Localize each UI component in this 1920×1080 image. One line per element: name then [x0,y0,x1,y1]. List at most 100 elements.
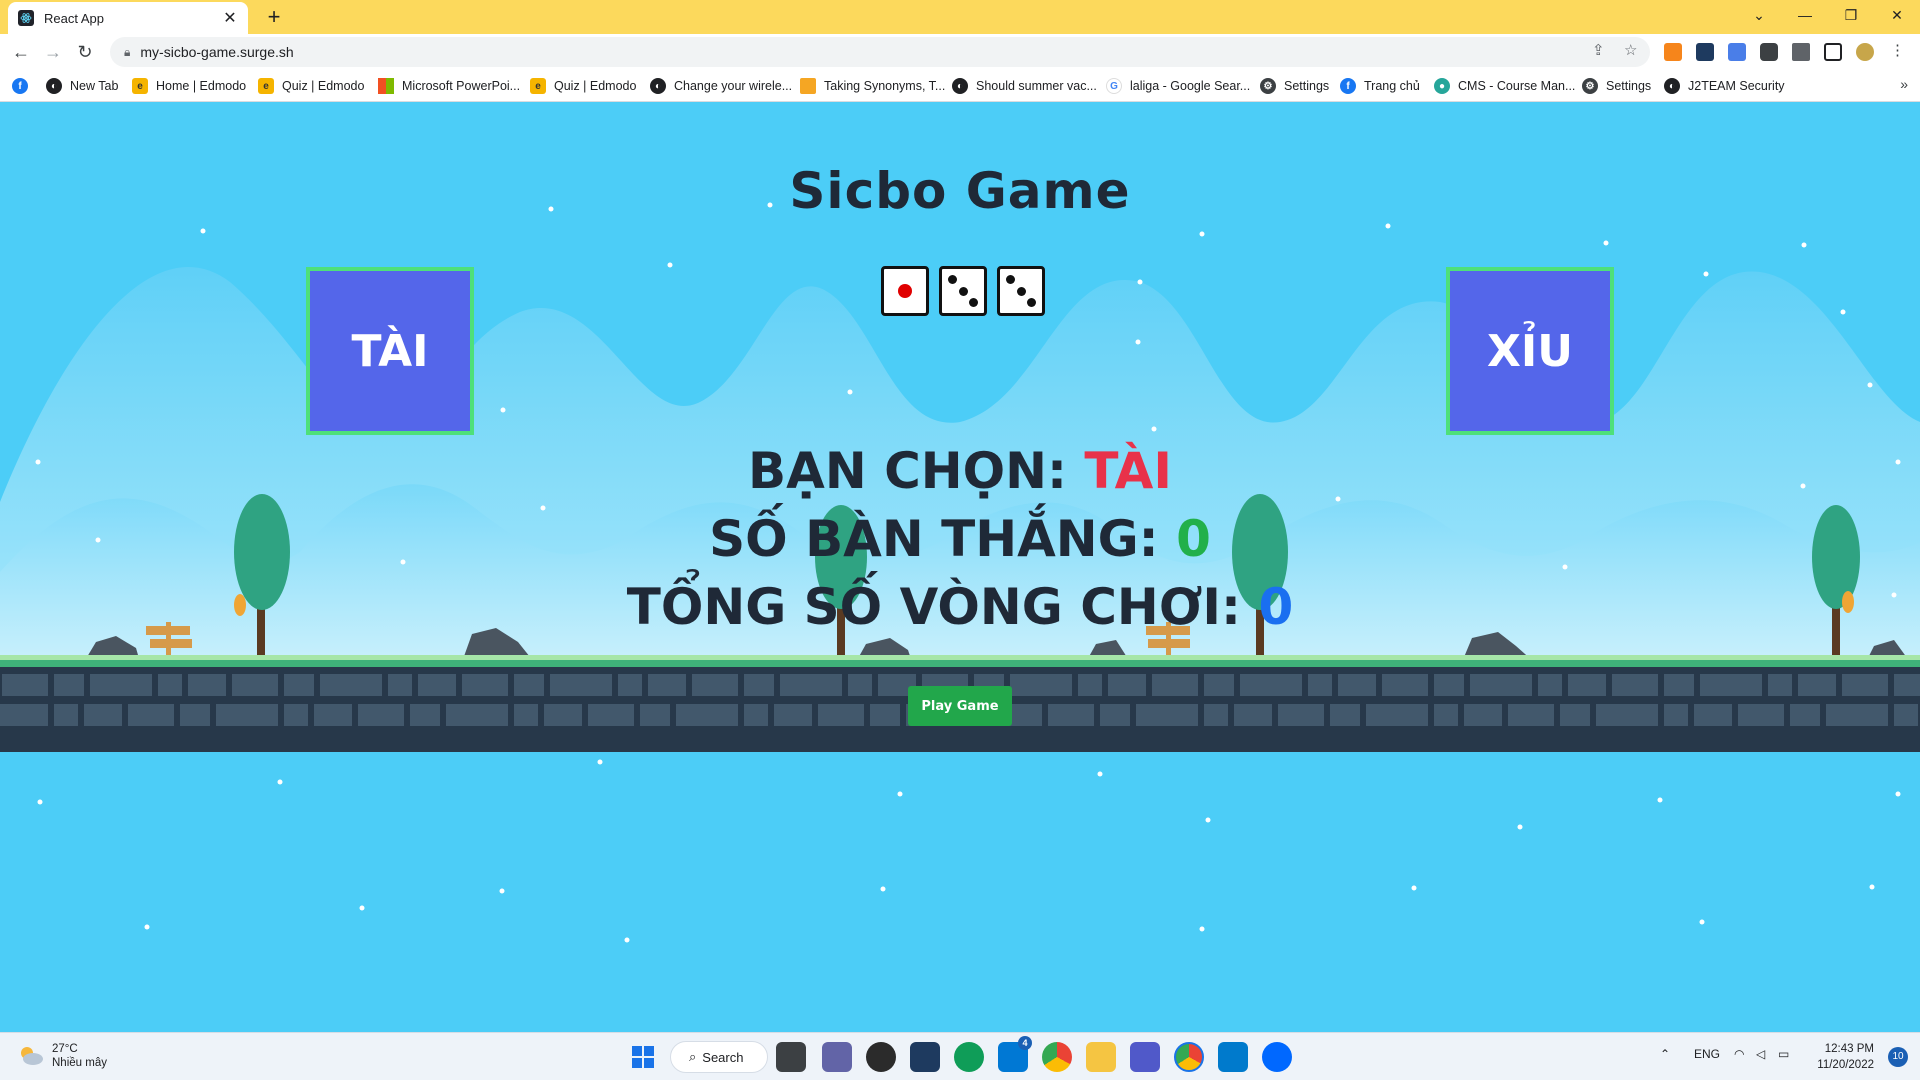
die-pip [1005,275,1015,285]
tab-search-dropdown-icon[interactable]: ⌄ [1736,0,1782,30]
taskbar: 27°C Nhiều mây ⌕ Search 4 ⌃ ENG ◠ ◁ ▭ 12… [0,1032,1920,1080]
bookmark-item[interactable]: ● CMS - Course Man... [1434,78,1575,94]
tai-button[interactable]: TÀI [306,267,474,435]
new-tab-button[interactable]: + [260,4,288,30]
minimize-button[interactable]: — [1782,0,1828,30]
forward-icon[interactable]: → [40,40,66,64]
reload-icon[interactable]: ↻ [72,40,98,64]
battery-icon[interactable]: ▭ [1778,1047,1789,1061]
weather-widget[interactable]: 27°C Nhiều mây [18,1042,107,1070]
reading-list-icon[interactable] [1792,43,1810,61]
die-pip [969,297,979,307]
choice-line: BẠN CHỌN: TÀI [0,442,1920,500]
translate-icon[interactable] [1728,43,1746,61]
tab-title: React App [44,10,104,26]
bookmark-item[interactable]: e Quiz | Edmodo [530,78,636,94]
bookmark-item[interactable]: e Quiz | Edmodo [258,78,364,94]
mail-badge: 4 [1018,1036,1032,1050]
edmodo-icon: e [132,78,148,94]
file-explorer-icon[interactable] [1086,1042,1116,1072]
bookmark-item[interactable]: ◐ Change your wirele... [650,78,792,94]
restore-button[interactable]: ❐ [1828,0,1874,30]
die-1 [881,266,929,316]
address-bar[interactable]: 🔒︎ my-sicbo-game.surge.sh [110,37,1650,67]
bookmark-item[interactable]: ◐ J2TEAM Security [1664,78,1785,94]
die-3 [997,266,1045,316]
vscode-icon[interactable] [1218,1042,1248,1072]
globe-icon: ◐ [46,78,62,94]
xiu-button[interactable]: XỈU [1446,267,1614,435]
date-text: 11/20/2022 [1817,1059,1874,1071]
rounds-value: 0 [1258,578,1294,636]
die-pip [947,275,957,285]
notification-badge[interactable]: 10 [1888,1047,1908,1067]
volume-icon[interactable]: ◁ [1756,1047,1765,1061]
avatar[interactable] [1856,43,1874,61]
puzzle-icon[interactable] [1760,43,1778,61]
weather-text: Nhiều mây [52,1057,107,1069]
app-icon[interactable] [910,1042,940,1072]
gear-icon: ⚙ [1582,78,1598,94]
bookmarks-overflow-icon[interactable]: » [1900,76,1908,92]
chevron-up-icon[interactable]: ⌃ [1660,1047,1670,1061]
choice-value: TÀI [1084,442,1172,500]
cms-icon: ● [1434,78,1450,94]
panda-app-icon[interactable] [866,1042,896,1072]
die-pip [1016,286,1026,296]
microsoft-icon [378,78,394,94]
close-tab-icon[interactable]: ✕ [222,8,238,28]
chrome-icon[interactable] [1042,1042,1072,1072]
die-pip [958,286,968,296]
bookmark-item[interactable]: f Trang chủ [1340,78,1420,94]
choice-label: BẠN CHỌN: [748,442,1085,500]
rounds-label: TỔNG SỐ VÒNG CHƠI: [626,578,1259,636]
side-panel-icon[interactable] [1824,43,1842,61]
bookmark-item[interactable]: ⚙ Settings [1260,78,1329,94]
chrome-active-icon[interactable] [1174,1042,1204,1072]
bookmark-item[interactable]: ⚙ Settings [1582,78,1651,94]
globe-icon: ◐ [952,78,968,94]
edmodo-icon: e [530,78,546,94]
menu-icon[interactable]: ⋮ [1890,41,1905,59]
tab-bar: React App ✕ + ⌄ — ❐ ✕ [0,0,1920,34]
bookmark-star-icon[interactable]: ☆ [1624,41,1637,59]
die-pip [1027,297,1037,307]
mail-icon[interactable]: 4 [998,1036,1032,1072]
search-icon: ⌕ [689,1049,697,1064]
cloud-sun-icon [21,1047,43,1065]
language-indicator[interactable]: ENG [1694,1047,1720,1061]
back-icon[interactable]: ← [8,40,34,64]
die-2 [939,266,987,316]
teams-icon[interactable] [1130,1042,1160,1072]
facebook-icon[interactable]: f [12,78,28,94]
taskbar-search[interactable]: ⌕ Search [670,1041,768,1073]
bookmark-item[interactable]: e Home | Edmodo [132,78,246,94]
wifi-icon[interactable]: ◠ [1734,1047,1744,1061]
close-window-button[interactable]: ✕ [1874,0,1920,30]
zalo-icon[interactable] [1262,1042,1292,1072]
clock[interactable]: 12:43 PM 11/20/2022 [1817,1041,1874,1073]
game-viewport: Sicbo Game TÀI XỈU BẠN CHỌN: TÀI SỐ BÀN … [0,102,1920,1032]
dice-row [881,266,1045,316]
edmodo-icon: e [258,78,274,94]
play-game-button[interactable]: Play Game [908,686,1012,726]
bookmark-item[interactable]: ◐ Should summer vac... [952,78,1097,94]
url-text: my-sicbo-game.surge.sh [140,44,294,60]
bookmark-item[interactable]: Microsoft PowerPoi... [378,78,520,94]
bookmark-item[interactable]: Glaliga - Google Sear... [1106,78,1250,94]
share-icon[interactable]: ⇪ [1592,41,1605,59]
tab-react-app[interactable]: React App ✕ [8,2,248,34]
react-icon [18,10,34,26]
metamask-icon[interactable] [1664,43,1682,61]
edge-icon[interactable] [954,1042,984,1072]
task-view-icon[interactable] [776,1042,806,1072]
windows-start-icon[interactable] [628,1042,658,1072]
lock-icon[interactable]: 🔒︎ [124,45,130,60]
bookmark-item[interactable]: ◐ New Tab [46,78,118,94]
browser-toolbar: ← → ↻ 🔒︎ my-sicbo-game.surge.sh ⇪ ☆ ⋮ [0,34,1920,70]
teams-chat-icon[interactable] [822,1042,852,1072]
bookmark-item[interactable]: Taking Synonyms, T... [800,78,945,94]
globe-icon: ◐ [650,78,666,94]
extension-icon[interactable] [1696,43,1714,61]
gear-icon: ⚙ [1260,78,1276,94]
